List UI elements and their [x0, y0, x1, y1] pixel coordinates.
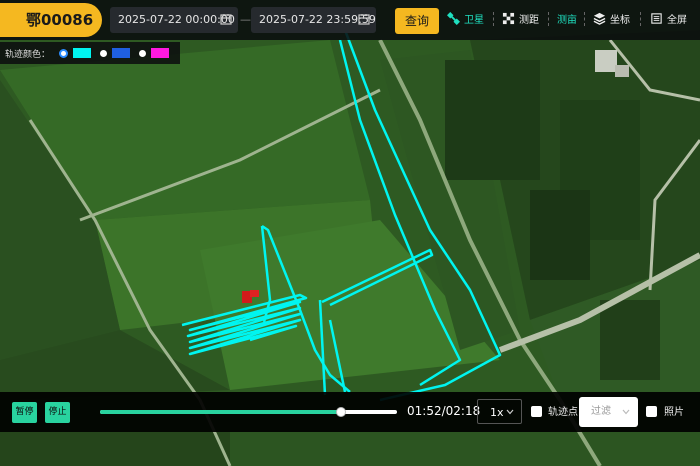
vehicle-cab — [250, 290, 259, 297]
measure-area-button[interactable]: 测亩 — [557, 8, 577, 28]
end-datetime-input[interactable]: 2025-07-22 23:59:59 — [251, 7, 376, 33]
toolbar-divider — [640, 12, 642, 26]
track-color-radio-magenta[interactable] — [139, 49, 147, 57]
top-toolbar: 鄂00086 2025-07-22 00:00:00 — 2025-07-22 … — [0, 0, 700, 40]
measure-distance-button[interactable]: 测距 — [502, 8, 539, 28]
measure-distance-label: 测距 — [519, 14, 539, 26]
chevron-down-icon — [506, 409, 514, 415]
filter-placeholder: 过滤 — [591, 406, 611, 417]
building — [595, 50, 617, 72]
building — [615, 65, 629, 77]
range-separator: — — [240, 13, 251, 26]
dark-field-block — [445, 60, 540, 180]
dark-field-block — [600, 300, 660, 380]
stop-button[interactable]: 停止 — [45, 402, 70, 423]
vehicle-plate: 鄂00086 — [0, 3, 102, 37]
calendar-icon — [358, 14, 370, 25]
track-points-checkbox[interactable] — [531, 406, 542, 417]
satellite-toggle[interactable]: 卫星 — [447, 8, 484, 28]
track-color-swatch-cyan[interactable] — [73, 48, 92, 58]
toolbar-divider — [493, 12, 495, 26]
start-datetime-value: 2025-07-22 00:00:00 — [118, 13, 235, 26]
toolbar-divider — [548, 12, 550, 26]
track-color-radio-cyan[interactable] — [59, 48, 69, 58]
field-parcel — [230, 432, 700, 466]
measure-area-label: 测亩 — [557, 14, 577, 26]
track-color-label: 轨迹颜色： — [5, 49, 51, 60]
playback-progress-fill — [100, 410, 341, 414]
speed-select[interactable]: 1x — [477, 399, 522, 424]
coordinate-button[interactable]: 坐标 — [593, 8, 630, 28]
playback-progress-slider[interactable] — [100, 407, 397, 417]
checker-ruler-icon — [502, 12, 515, 24]
dark-field-block — [530, 190, 590, 280]
photos-checkbox[interactable] — [646, 406, 657, 417]
track-color-swatch-blue[interactable] — [112, 48, 131, 58]
start-datetime-input[interactable]: 2025-07-22 00:00:00 — [110, 7, 238, 33]
satellite-icon — [447, 11, 460, 25]
filter-select[interactable]: 过滤 — [579, 397, 638, 427]
coordinate-label: 坐标 — [610, 14, 630, 26]
track-color-selector: 轨迹颜色： — [0, 42, 180, 64]
photos-label: 照片 — [664, 407, 684, 418]
satellite-label: 卫星 — [464, 14, 484, 26]
fullscreen-icon — [651, 12, 662, 24]
layers-icon — [593, 12, 606, 25]
calendar-icon — [220, 14, 232, 25]
speed-value: 1x — [490, 406, 504, 419]
playback-progress-handle[interactable] — [335, 407, 346, 417]
chevron-down-icon — [622, 409, 630, 415]
query-button[interactable]: 查询 — [395, 8, 439, 34]
track-points-label: 轨迹点 — [548, 407, 578, 418]
track-color-radio-blue[interactable] — [100, 49, 108, 57]
field-parcel — [0, 432, 230, 466]
pause-button[interactable]: 暂停 — [12, 402, 37, 423]
playback-time: 01:52/02:18 — [407, 404, 481, 418]
fullscreen-button[interactable]: 全屏 — [650, 8, 687, 28]
toolbar-divider — [584, 12, 586, 26]
track-color-swatch-magenta[interactable] — [151, 48, 170, 58]
playback-bar: 暂停 停止 01:52/02:18 1x 轨迹点 过滤 照片 — [0, 392, 700, 432]
fullscreen-label: 全屏 — [667, 14, 687, 26]
